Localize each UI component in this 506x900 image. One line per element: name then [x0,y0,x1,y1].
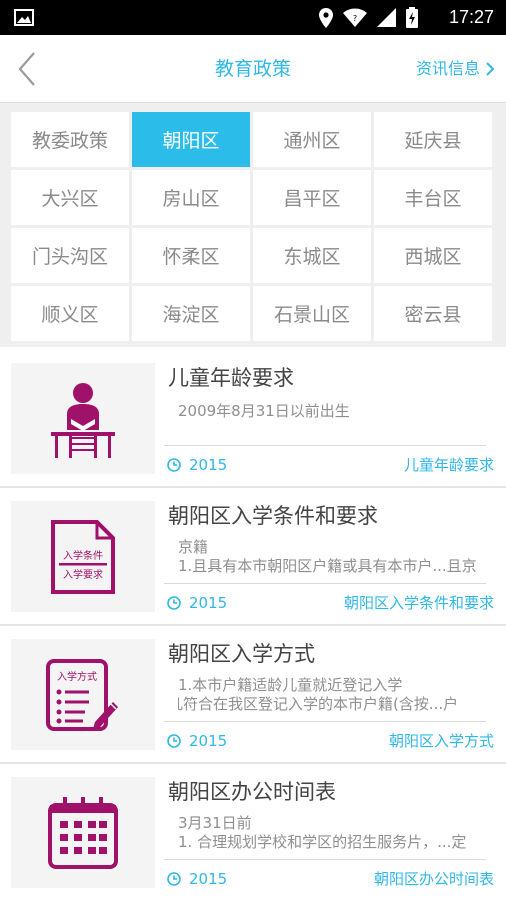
status-bar: ? 17:27 [0,0,506,35]
clock-icon [167,872,181,886]
item-year: 2015 [167,455,227,475]
gallery-icon [14,9,34,26]
item-thumbnail: 入学条件 入学要求 [11,501,155,612]
battery-charging-icon [406,7,418,28]
district-cell[interactable]: 通州区 [253,112,371,167]
district-cell[interactable]: 石景山区 [253,286,371,341]
calendar-icon [48,796,118,869]
item-thumbnail [11,363,155,474]
item-description-line: 1. 合理规划学校和学区的招生服务片，...定 [178,833,467,851]
district-grid: 教委政策 朝阳区 通州区 延庆县 大兴区 房山区 昌平区 丰台区 门头沟区 怀柔… [11,112,492,341]
item-title: 朝阳区办公时间表 [168,780,336,804]
status-time: 17:27 [448,7,494,27]
district-cell[interactable]: 顺义区 [11,286,129,341]
divider [164,445,486,446]
wifi-icon: ? [343,8,367,27]
clock-icon [167,596,181,610]
item-year-label: 2015 [189,594,228,612]
list-item[interactable]: 儿童年龄要求 2009年8月31日以前出生 2015 儿童年龄要求 [0,350,506,488]
district-cell[interactable]: 门头沟区 [11,228,129,283]
district-cell[interactable]: 朝阳区 [132,112,250,167]
item-title: 朝阳区入学条件和要求 [168,504,378,528]
item-description: 1.本市户籍适龄儿童就近登记入学 凡符合在我区登记入学的本市户籍(含按...户 [178,676,494,714]
district-grid-container: 教委政策 朝阳区 通州区 延庆县 大兴区 房山区 昌平区 丰台区 门头沟区 怀柔… [0,103,506,347]
item-description-line: 2009年8月31日以前出生 [178,402,350,420]
item-tag: 儿童年龄要求 [403,456,494,474]
item-description-line: 3月31日前 [178,814,252,832]
divider [164,721,486,722]
item-description-line: 1.且具有本市朝阳区户籍或具有本市户...且京 [178,557,477,575]
clock-icon [167,458,181,472]
checklist-label: 入学方式 [57,670,97,683]
location-icon [319,7,333,28]
news-info-label: 资讯信息 [415,59,480,78]
item-year-label: 2015 [189,732,228,750]
district-cell[interactable]: 大兴区 [11,170,129,225]
item-year-label: 2015 [189,456,228,474]
list-item[interactable]: 入学方式 朝阳区入学方式 1.本市户籍适龄儿童就近登记入学 凡符合在我区登记入学… [0,626,506,764]
item-title: 儿童年龄要求 [168,366,294,390]
item-description: 2009年8月31日以前出生 [178,402,494,421]
item-thumbnail: 入学方式 [11,639,155,750]
item-thumbnail [11,777,155,888]
news-info-link[interactable]: 资讯信息 [416,58,494,80]
district-cell[interactable]: 海淀区 [132,286,250,341]
doc-label-2: 入学要求 [63,568,103,581]
policy-list: 儿童年龄要求 2009年8月31日以前出生 2015 儿童年龄要求 入学条件 入… [0,350,506,900]
status-icons: ? [319,7,418,28]
item-tag: 朝阳区入学方式 [388,732,494,750]
signal-icon [377,8,396,27]
svg-text:?: ? [353,14,357,23]
student-desk-icon [51,382,115,458]
checklist-icon: 入学方式 [46,658,118,731]
item-year: 2015 [167,593,227,613]
district-cell[interactable]: 教委政策 [11,112,129,167]
list-item[interactable]: 入学条件 入学要求 朝阳区入学条件和要求 京籍 1.且具有本市朝阳区户籍或具有本… [0,488,506,626]
district-cell[interactable]: 西城区 [374,228,492,283]
clock-icon [167,734,181,748]
district-cell[interactable]: 怀柔区 [132,228,250,283]
item-description: 3月31日前 1. 合理规划学校和学区的招生服务片，...定 [178,814,494,852]
item-year: 2015 [167,731,227,751]
app-header: 教育政策 资讯信息 [0,35,506,103]
chevron-right-icon [486,62,494,76]
list-item[interactable]: 朝阳区办公时间表 3月31日前 1. 合理规划学校和学区的招生服务片，...定 … [0,764,506,900]
item-title: 朝阳区入学方式 [168,642,315,666]
doc-label-1: 入学条件 [63,549,103,562]
item-description-line: 凡符合在我区登记入学的本市户籍(含按...户 [178,695,459,713]
item-description-line: 京籍 [178,538,209,556]
district-cell[interactable]: 昌平区 [253,170,371,225]
divider [164,859,486,860]
district-cell[interactable]: 丰台区 [374,170,492,225]
item-description: 京籍 1.且具有本市朝阳区户籍或具有本市户...且京 [178,538,494,576]
item-year: 2015 [167,869,227,889]
item-description-line: 1.本市户籍适龄儿童就近登记入学 [178,676,403,694]
district-cell[interactable]: 东城区 [253,228,371,283]
divider [164,583,486,584]
district-cell[interactable]: 房山区 [132,170,250,225]
document-icon: 入学条件 入学要求 [51,519,115,594]
item-tag: 朝阳区办公时间表 [373,870,494,888]
item-tag: 朝阳区入学条件和要求 [343,594,494,612]
item-year-label: 2015 [189,870,228,888]
district-cell[interactable]: 延庆县 [374,112,492,167]
district-cell[interactable]: 密云县 [374,286,492,341]
